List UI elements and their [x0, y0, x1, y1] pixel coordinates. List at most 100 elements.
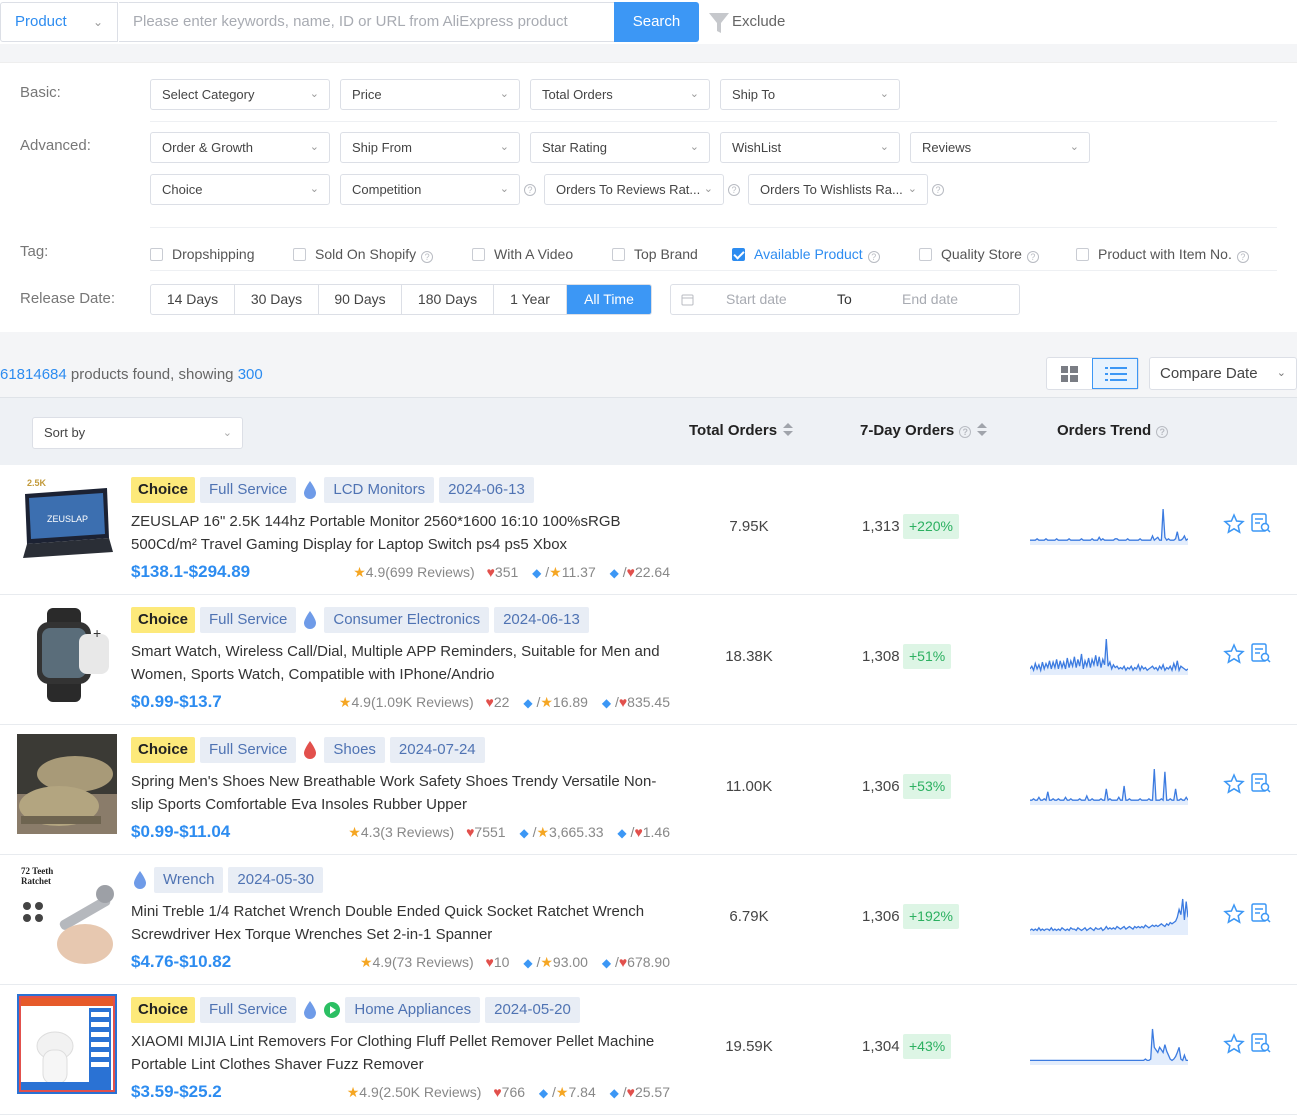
product-title[interactable]: Smart Watch, Wireless Call/Dial, Multipl…: [131, 640, 671, 686]
competition-dropdown[interactable]: Competition ⌄: [340, 174, 520, 205]
grid-view-button[interactable]: [1047, 358, 1092, 389]
release-14-days[interactable]: 14 Days: [151, 285, 235, 314]
orders-to-reviews: 7.84: [568, 1084, 596, 1100]
help-icon[interactable]: ?: [421, 251, 434, 263]
help-icon[interactable]: ?: [728, 184, 740, 196]
product-detail-icon[interactable]: [1250, 902, 1272, 924]
orders-to-wishlists-dropdown[interactable]: Orders To Wishlists Ra... ⌄: [748, 174, 928, 205]
tag-quality-store[interactable]: Quality Store?: [919, 245, 1039, 263]
category-badge[interactable]: Consumer Electronics: [324, 607, 490, 633]
ship-to-dropdown[interactable]: Ship To ⌄: [720, 79, 900, 110]
product-thumbnail[interactable]: +: [17, 604, 117, 704]
checkbox[interactable]: [1076, 248, 1089, 261]
total-orders-dropdown[interactable]: Total Orders ⌄: [530, 79, 710, 110]
category-badge[interactable]: Wrench: [154, 867, 224, 893]
product-detail-icon[interactable]: [1250, 772, 1272, 794]
star-icon: ★: [549, 564, 562, 580]
full-service-badge: Full Service: [200, 737, 297, 763]
tag-top-brand[interactable]: Top Brand: [612, 245, 698, 263]
search-button[interactable]: Search: [614, 2, 699, 42]
end-date-input[interactable]: End date: [902, 285, 958, 314]
tag-product-with-item-no[interactable]: Product with Item No.?: [1076, 245, 1249, 263]
product-row[interactable]: + Choice Full Service Consumer Electroni…: [0, 595, 1297, 725]
search-mode-select[interactable]: Product ⌄: [0, 2, 118, 42]
help-icon[interactable]: ?: [1156, 426, 1169, 438]
favorite-star-icon[interactable]: [1223, 1033, 1245, 1055]
release-90-days[interactable]: 90 Days: [319, 285, 402, 314]
favorite-star-icon[interactable]: [1223, 643, 1245, 665]
product-detail-icon[interactable]: [1250, 512, 1272, 534]
product-thumbnail[interactable]: [17, 994, 117, 1094]
col-total-orders[interactable]: Total Orders: [689, 422, 794, 439]
ship-from-dropdown[interactable]: Ship From ⌄: [340, 132, 520, 163]
sort-by-dropdown[interactable]: Sort by ⌄: [32, 417, 243, 449]
sort-icon[interactable]: [977, 423, 988, 437]
category-badge[interactable]: LCD Monitors: [324, 477, 435, 503]
product-meta: ★4.9(699 Reviews) ♥351 ◆ /★11.37 ◆ /♥22.…: [353, 564, 670, 580]
product-row[interactable]: 72 Teeth Ratchet Wrench 2024-05-30 Mini T…: [0, 855, 1297, 985]
tag-with-a-video[interactable]: With A Video: [472, 245, 573, 263]
sort-icon[interactable]: [783, 423, 794, 437]
product-row[interactable]: Choice Full Service Home Appliances 2024…: [0, 985, 1297, 1115]
product-detail-icon[interactable]: [1250, 642, 1272, 664]
choice-dropdown[interactable]: Choice ⌄: [150, 174, 330, 205]
checkbox[interactable]: [472, 248, 485, 261]
select-category-dropdown[interactable]: Select Category ⌄: [150, 79, 330, 110]
release-180-days[interactable]: 180 Days: [402, 285, 494, 314]
dropdown-label: Choice: [162, 182, 203, 197]
help-icon[interactable]: ?: [867, 251, 880, 263]
date-separator: To: [837, 291, 852, 307]
favorite-star-icon[interactable]: [1223, 773, 1245, 795]
product-thumbnail[interactable]: ZEUSLAP 2.5K: [17, 474, 117, 574]
help-icon[interactable]: ?: [524, 184, 536, 196]
order-growth-dropdown[interactable]: Order & Growth ⌄: [150, 132, 330, 163]
chevron-down-icon: ⌄: [879, 141, 889, 153]
tag-sold-on-shopify[interactable]: Sold On Shopify?: [293, 245, 434, 263]
product-row[interactable]: ZEUSLAP 2.5K Choice Full Service LCD Moni…: [0, 465, 1297, 595]
checkbox[interactable]: [293, 248, 306, 261]
drop-icon: [302, 610, 318, 630]
orders-to-reviews-dropdown[interactable]: Orders To Reviews Rat... ⌄: [544, 174, 724, 205]
help-icon[interactable]: ?: [959, 426, 972, 438]
product-detail-icon[interactable]: [1250, 1032, 1272, 1054]
checkbox[interactable]: [919, 248, 932, 261]
product-row[interactable]: Choice Full Service Shoes 2024-07-24 Spr…: [0, 725, 1297, 855]
compare-date-dropdown[interactable]: Compare Date ⌄: [1149, 357, 1297, 390]
exclude-button[interactable]: Exclude: [708, 10, 785, 34]
product-title[interactable]: XIAOMI MIJIA Lint Removers For Clothing …: [131, 1030, 671, 1076]
product-title[interactable]: Spring Men's Shoes New Breathable Work S…: [131, 770, 671, 816]
help-icon[interactable]: ?: [932, 184, 944, 196]
reviews-dropdown[interactable]: Reviews ⌄: [910, 132, 1090, 163]
date-range-picker[interactable]: Start date To End date: [670, 284, 1020, 315]
favorite-star-icon[interactable]: [1223, 513, 1245, 535]
star-icon: ★: [359, 954, 373, 970]
release-1-year[interactable]: 1 Year: [494, 285, 567, 314]
tag-available-product[interactable]: Available Product?: [732, 245, 880, 263]
start-date-input[interactable]: Start date: [726, 285, 787, 314]
checkbox[interactable]: [612, 248, 625, 261]
product-title[interactable]: ZEUSLAP 16" 2.5K 144hz Portable Monitor …: [131, 510, 671, 556]
tag-dropshipping[interactable]: Dropshipping: [150, 245, 255, 263]
release-30-days[interactable]: 30 Days: [235, 285, 319, 314]
col-7-day-orders[interactable]: 7-Day Orders?: [860, 422, 988, 439]
checkbox-checked[interactable]: [732, 248, 745, 261]
help-icon[interactable]: ?: [1236, 251, 1249, 263]
product-meta: ★4.9(73 Reviews) ♥10 ◆ /★93.00 ◆ /♥678.9…: [359, 954, 670, 970]
star-rating-dropdown[interactable]: Star Rating ⌄: [530, 132, 710, 163]
release-all-time[interactable]: All Time: [567, 285, 651, 314]
wishlist-dropdown[interactable]: WishList ⌄: [720, 132, 900, 163]
checkbox[interactable]: [150, 248, 163, 261]
dropdown-label: Reviews: [922, 140, 972, 155]
product-title[interactable]: Mini Treble 1/4 Ratchet Wrench Double En…: [131, 900, 671, 946]
favorite-star-icon[interactable]: [1223, 903, 1245, 925]
product-thumbnail[interactable]: 72 Teeth Ratchet: [17, 864, 117, 964]
list-view-button[interactable]: [1092, 358, 1138, 389]
tag-icon: ◆: [523, 956, 533, 970]
product-thumbnail[interactable]: [17, 734, 117, 834]
search-input[interactable]: Please enter keywords, name, ID or URL f…: [119, 2, 615, 42]
help-icon[interactable]: ?: [1026, 251, 1039, 263]
price-dropdown[interactable]: Price ⌄: [340, 79, 520, 110]
category-badge[interactable]: Home Appliances: [345, 997, 481, 1023]
category-badge[interactable]: Shoes: [324, 737, 385, 763]
seven-day-orders: 1,306: [862, 908, 900, 925]
